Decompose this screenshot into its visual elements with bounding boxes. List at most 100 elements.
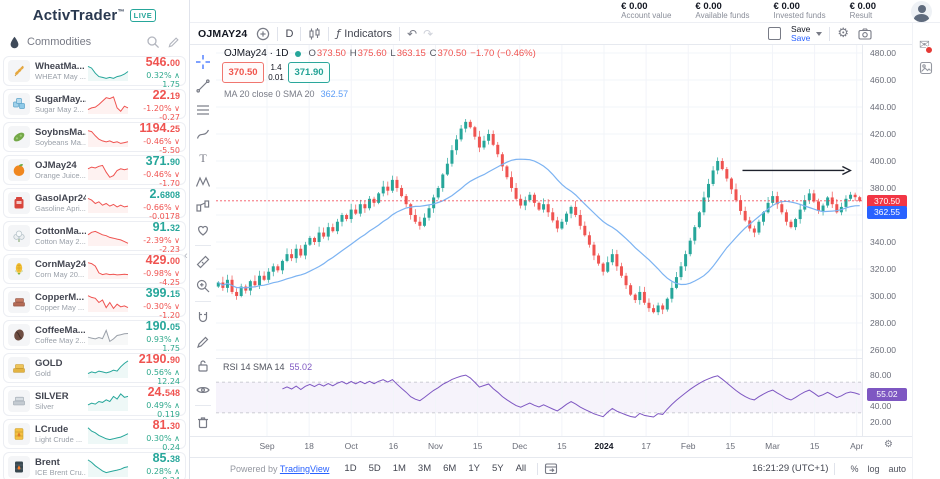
zoom-in-icon[interactable]: [192, 275, 214, 296]
range-button-6m[interactable]: 6M: [438, 461, 461, 476]
range-button-1y[interactable]: 1Y: [463, 461, 485, 476]
timeframe-button[interactable]: D: [285, 28, 293, 40]
silver-icon: [8, 390, 30, 412]
compare-add-icon[interactable]: [256, 27, 270, 41]
emoji-heart-icon[interactable]: [192, 219, 214, 240]
time-axis[interactable]: Sep18Oct16Nov15Dec15202417Feb15Mar15Apr: [190, 436, 912, 457]
hide-all-icon[interactable]: [192, 379, 214, 400]
undo-icon[interactable]: ↶: [407, 27, 417, 41]
watchlist-item-coffeema[interactable]: CoffeeMa...Coffee May 2...190.050.93% ∧ …: [3, 320, 186, 350]
sell-button[interactable]: 370.50: [222, 62, 264, 83]
scale-button-%[interactable]: %: [850, 464, 858, 474]
sparkline-chart: [86, 422, 130, 446]
watchlist-item-sugarmay[interactable]: SugarMay...Sugar May 2...22.19-1.20% ∨ -…: [3, 89, 186, 119]
drawing-toolbar: T: [190, 45, 216, 457]
tradingview-link[interactable]: TradingView: [280, 464, 330, 474]
watchlist-item-lcrude[interactable]: LCrudeLight Crude ...81.300.30% ∧ 0.24: [3, 419, 186, 449]
range-button-all[interactable]: All: [511, 461, 532, 476]
forecast-icon[interactable]: [192, 195, 214, 216]
sparkline-chart: [86, 59, 130, 83]
time-axis-label: Mar: [765, 441, 780, 451]
watchlist-item-ojmay24[interactable]: OJMay24Orange Juice...371.90-0.46% ∨ -1.…: [3, 155, 186, 185]
rsi-axis[interactable]: 80.0060.0040.0020.0055.02: [862, 359, 912, 436]
redo-icon[interactable]: ↷: [423, 27, 433, 41]
instrument-description: Gold: [35, 369, 86, 378]
watchlist-item-cottonma[interactable]: CottonMa...Cotton May 2...91.32-2.39% ∨ …: [3, 221, 186, 251]
watchlist-item-silver[interactable]: SILVERSilver24.5480.49% ∧ 0.119: [3, 386, 186, 416]
remove-all-icon[interactable]: [192, 411, 214, 432]
chart-style-icon[interactable]: [308, 27, 321, 41]
watchlist-group-label[interactable]: Commodities: [27, 36, 139, 48]
goto-date-icon[interactable]: [544, 462, 558, 475]
scale-buttons: % logauto: [841, 464, 906, 474]
buy-button[interactable]: 371.90: [288, 62, 330, 83]
draw-protect-icon[interactable]: [192, 331, 214, 352]
watchlist-item-wheatma[interactable]: WheatMa...WHEAT May ...546.000.32% ∧ 1.7…: [3, 56, 186, 86]
text-icon[interactable]: T: [192, 147, 214, 168]
watchlist-item-copperm[interactable]: CopperM...Copper May ...399.15-0.30% ∨ -…: [3, 287, 186, 317]
watchlist-item-cornmay24[interactable]: CornMay24Corn May 20...429.00-0.98% ∨ -4…: [3, 254, 186, 284]
time-axis-label: 15: [557, 441, 566, 451]
instrument-description: ICE Brent Cru...: [35, 468, 86, 477]
trend-line-icon[interactable]: [192, 75, 214, 96]
watchlist-item-brent[interactable]: BrentICE Brent Cru...85.380.28% ∧ 0.24: [3, 452, 186, 479]
price-block: 399.15-0.30% ∨ -1.20: [130, 284, 180, 321]
fib-retracement-icon[interactable]: [192, 99, 214, 120]
price-block: 81.300.30% ∧ 0.24: [130, 416, 180, 453]
scale-button-log[interactable]: log: [867, 464, 879, 474]
user-avatar[interactable]: [911, 1, 932, 22]
watchlist-item-gold[interactable]: GOLDGold2190.900.56% ∧ 12.24: [3, 353, 186, 383]
crosshair-icon[interactable]: [192, 51, 214, 72]
search-icon[interactable]: [146, 35, 160, 49]
price-axis-label: 280.00: [870, 318, 896, 328]
sparkline-chart: [86, 455, 130, 479]
brush-icon[interactable]: [192, 123, 214, 144]
save-layout-button[interactable]: Save Save: [791, 25, 810, 42]
instrument-description: WHEAT May ...: [35, 72, 86, 81]
price-axis[interactable]: 480.00460.00440.00420.00400.00380.00360.…: [862, 45, 912, 359]
rsi-pane[interactable]: RSI 14 SMA 1455.02: [216, 359, 862, 436]
price-block: 429.00-0.98% ∨ -4.25: [130, 251, 180, 288]
rsi-settings-gear-icon[interactable]: ⚙: [884, 439, 893, 450]
scale-button-auto[interactable]: auto: [888, 464, 906, 474]
time-axis-label: 15: [810, 441, 819, 451]
magnet-icon[interactable]: [192, 307, 214, 328]
price-chart-pane[interactable]: OJMay24 · 1D O373.50 H375.60 L363.15 C37…: [216, 45, 862, 359]
sparkline-chart: [86, 323, 130, 347]
legend-title[interactable]: OJMay24 · 1D: [224, 48, 288, 59]
instrument-names: GasolApr24Gasoline Apri...: [35, 193, 86, 213]
watchlist-item-gasolapr24[interactable]: GasolApr24Gasoline Apri...2.6808-0.66% ∨…: [3, 188, 186, 218]
notifications-mail-icon[interactable]: ✉: [919, 38, 930, 53]
range-button-3m[interactable]: 3M: [413, 461, 436, 476]
screenshots-icon[interactable]: [919, 61, 933, 80]
instrument-description: Soybeans Ma...: [35, 138, 86, 147]
chart-settings-gear-icon[interactable]: ⚙: [837, 26, 849, 41]
xabcd-pattern-icon[interactable]: [192, 171, 214, 192]
watchlist-item-soybnsma[interactable]: SoybnsMa...Soybeans Ma...1194.25-0.46% ∨…: [3, 122, 186, 152]
lock-all-icon[interactable]: [192, 355, 214, 376]
snapshot-camera-icon[interactable]: [858, 28, 872, 40]
instrument-price: 399.15: [130, 284, 180, 302]
time-axis-label: Feb: [681, 441, 696, 451]
ma-legend[interactable]: MA 20 close 0 SMA 20362.57: [224, 89, 348, 99]
instrument-price: 190.05: [130, 317, 180, 335]
rsi-legend[interactable]: RSI 14 SMA 1455.02: [223, 362, 312, 372]
range-button-5d[interactable]: 5D: [364, 461, 386, 476]
layout-select-icon[interactable]: [768, 27, 781, 40]
measure-icon[interactable]: [192, 251, 214, 272]
clock[interactable]: 16:21:29 (UTC+1): [752, 463, 828, 474]
range-button-1d[interactable]: 1D: [339, 461, 361, 476]
indicators-button[interactable]: ƒ Indicators: [336, 27, 392, 40]
range-button-5y[interactable]: 5Y: [487, 461, 509, 476]
range-button-1m[interactable]: 1M: [388, 461, 411, 476]
price-axis-label: 480.00: [870, 48, 896, 58]
instrument-names: SILVERSilver: [35, 391, 86, 411]
time-axis-label: 18: [304, 441, 313, 451]
edit-list-icon[interactable]: [167, 36, 180, 49]
instrument-description: Coffee May 2...: [35, 336, 86, 345]
watchlist-collapse-icon[interactable]: ‹: [184, 250, 188, 262]
save-menu-caret-icon[interactable]: [816, 32, 822, 36]
activtrader-logo: ActivTrader™: [33, 7, 125, 24]
symbol-label[interactable]: OJMAY24: [198, 28, 247, 40]
time-axis-label: 16: [389, 441, 398, 451]
